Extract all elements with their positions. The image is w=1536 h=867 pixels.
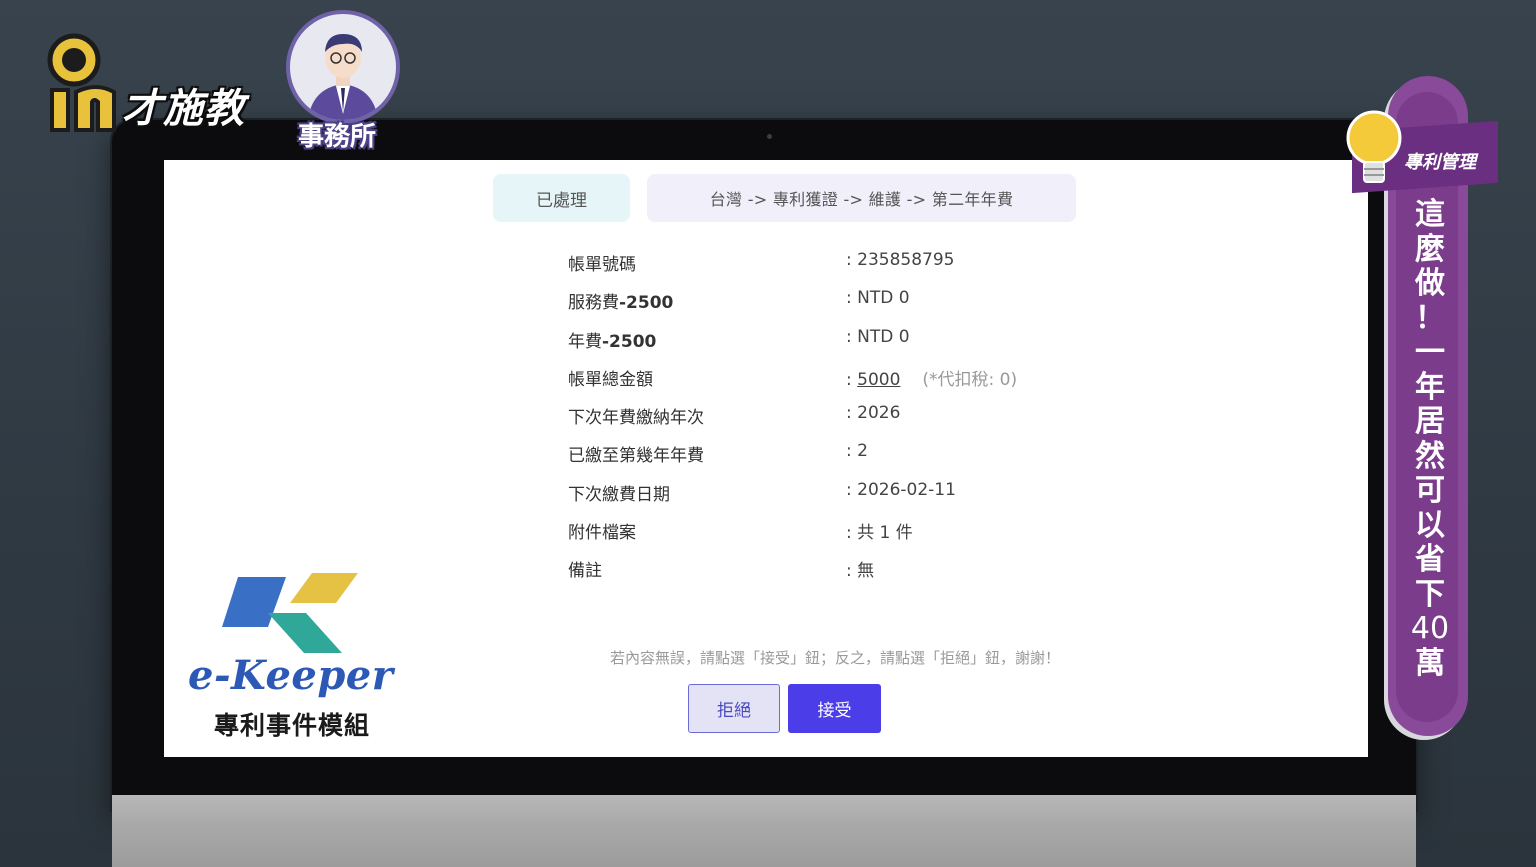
detail-label: 附件檔案 [568, 523, 636, 544]
detail-row-remarks: 備註 : 無 [568, 550, 1128, 588]
lightbulb-icon [1346, 110, 1402, 183]
total-amount-link[interactable]: 5000 [857, 370, 900, 390]
accept-button[interactable]: 接受 [788, 684, 881, 733]
ekeeper-subtitle: 專利事件模組 [214, 711, 371, 740]
side-banner-headline: 這 麼 做 ！ 一 年 居 然 可 以 省 下 40 萬 [1410, 197, 1450, 681]
camera-dot [767, 134, 772, 139]
breadcrumb: 台灣 -> 專利獲證 -> 維護 -> 第二年年費 [647, 174, 1076, 222]
person-icon [308, 34, 378, 120]
tax-note: (*代扣稅: 0) [922, 369, 1018, 390]
avatar-circle [286, 10, 400, 124]
monitor-chin [112, 795, 1416, 867]
detail-row-service-fee: 服務費-2500 : NTD 0 [568, 282, 1128, 320]
detail-value: : 5000 (*代扣稅: 0) [846, 369, 1018, 390]
detail-row-annual-fee: 年費-2500 : NTD 0 [568, 321, 1128, 359]
ekeeper-wordmark: e-Keeper [188, 652, 394, 699]
detail-value: : 2 [846, 441, 868, 462]
detail-label: 帳單號碼 [568, 255, 636, 275]
detail-row-paid-years: 已繳至第幾年年費 : 2 [568, 435, 1128, 473]
avatar: 事務所 [284, 8, 406, 158]
detail-label: 下次年費繳納年次 [568, 408, 704, 429]
detail-row-attachments: 附件檔案 : 共 1 件 [568, 512, 1128, 550]
reject-button[interactable]: 拒絕 [688, 684, 780, 733]
detail-row-next-date: 下次繳費日期 : 2026-02-11 [568, 474, 1128, 512]
category-tag-label: 專利管理 [1404, 152, 1476, 173]
detail-label: 備註 [568, 561, 602, 582]
detail-row-total: 帳單總金額 : 5000 (*代扣稅: 0) [568, 359, 1128, 397]
brand-name: 才施教 [122, 86, 245, 132]
detail-label: 服務費-2500 [568, 293, 674, 314]
detail-label: 已繳至第幾年年費 [568, 446, 704, 467]
detail-label: 年費-2500 [568, 331, 657, 352]
detail-value: : NTD 0 [846, 288, 910, 309]
detail-value[interactable]: : 共 1 件 [846, 518, 913, 543]
detail-value: : 2026 [846, 403, 901, 424]
detail-row-next-year: 下次年費繳納年次 : 2026 [568, 397, 1128, 435]
detail-value: : 235858795 [846, 250, 955, 270]
bill-details: 帳單號碼 : 235858795 服務費-2500 : NTD 0 年費-250… [568, 244, 1128, 589]
detail-value: : 無 [846, 561, 875, 582]
avatar-label: 事務所 [298, 122, 377, 152]
detail-value: : NTD 0 [846, 326, 910, 347]
detail-label: 帳單總金額 [568, 369, 653, 390]
detail-row-bill-number: 帳單號碼 : 235858795 [568, 244, 1128, 282]
status-badge: 已處理 [493, 174, 630, 222]
detail-value: : 2026-02-11 [846, 479, 956, 500]
detail-label: 下次繳費日期 [568, 484, 670, 505]
